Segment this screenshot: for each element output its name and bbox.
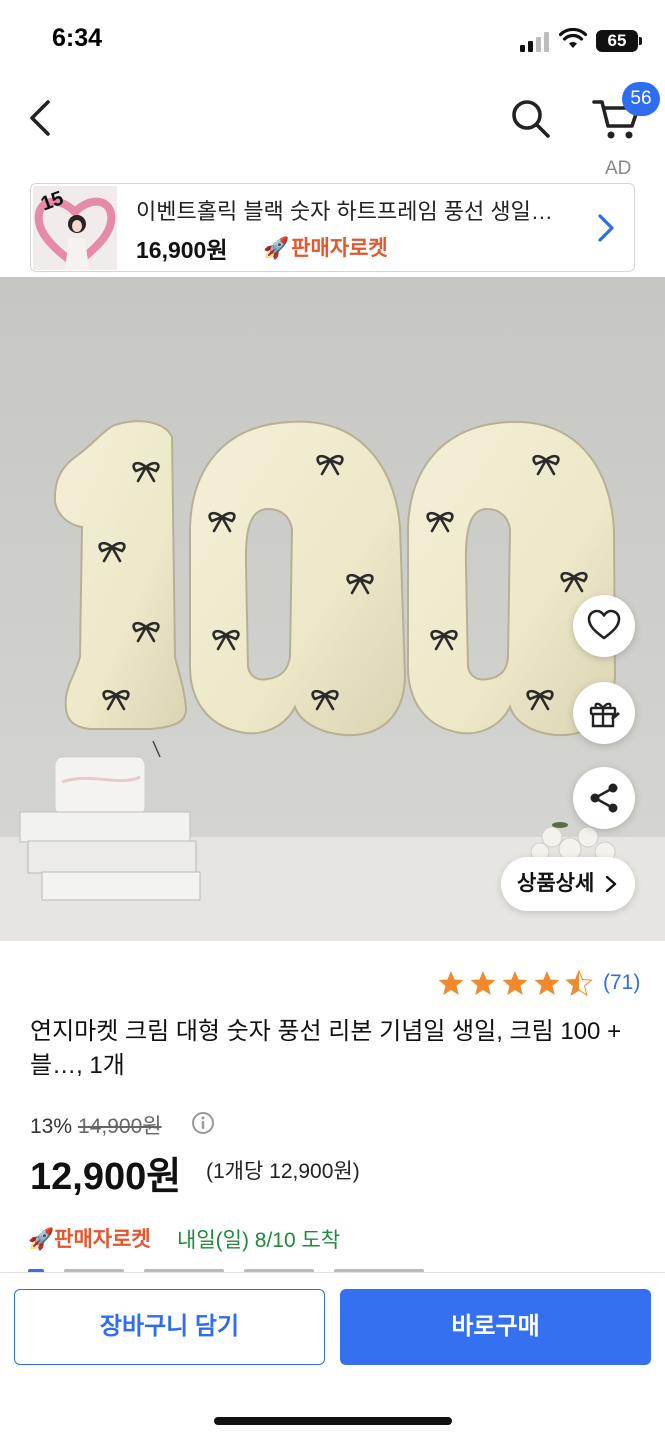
add-to-cart-button[interactable]: 장바구니 담기 [14, 1289, 325, 1365]
share-icon [590, 783, 618, 813]
bottom-action-bar: 장바구니 담기 바로구매 [0, 1272, 665, 1440]
home-indicator[interactable] [214, 1417, 452, 1425]
cart-count-badge[interactable]: 56 [622, 82, 660, 116]
battery-cap [639, 37, 642, 45]
signal-icon [520, 32, 549, 52]
product-image[interactable]: 상품상세 [0, 277, 665, 941]
ad-price: 16,900원 [136, 237, 228, 263]
rating-count[interactable]: (71) [603, 971, 640, 995]
chevron-right-icon [605, 875, 617, 893]
rocket-icon: 🚀 [28, 1228, 55, 1251]
star-icon [438, 970, 592, 996]
wifi-icon [559, 28, 587, 48]
discount-percent: 13% [30, 1115, 73, 1138]
status-bar: 6:34 65 [0, 0, 665, 80]
ad-title: 이벤트홀릭 블랙 숫자 하트프레임 풍선 생일… [136, 199, 553, 224]
delivery-rocket-label: 판매자로켓 [54, 1228, 151, 1251]
discount-row: 13% 14,900원 [30, 1110, 162, 1140]
heart-icon [587, 609, 621, 640]
info-icon[interactable] [191, 1111, 215, 1135]
product-photo [0, 277, 665, 941]
unit-price: (1개당 12,900원) [206, 1160, 360, 1183]
delivery-date: 내일(일) 8/10 도착 [177, 1229, 341, 1252]
ad-label: AD [605, 158, 632, 179]
product-detail-label: 상품상세 [517, 872, 595, 895]
chevron-right-icon [598, 214, 614, 242]
ad-banner[interactable]: 15 이벤트홀릭 블랙 숫자 하트프레임 풍선 생일… 16,900원 🚀판매자… [30, 183, 635, 272]
wishlist-button[interactable] [573, 595, 635, 657]
original-price: 14,900원 [78, 1115, 162, 1138]
buy-now-button[interactable]: 바로구매 [340, 1289, 651, 1365]
back-icon[interactable] [20, 96, 64, 140]
ad-rocket-label: 판매자로켓 [291, 237, 388, 260]
ad-rocket-badge: 🚀판매자로켓 [263, 232, 388, 262]
gift-icon [589, 702, 620, 728]
delivery-rocket-badge: 🚀판매자로켓 [28, 1223, 151, 1253]
gift-button[interactable] [573, 682, 635, 744]
status-time: 6:34 [52, 24, 103, 52]
search-icon[interactable] [506, 94, 554, 142]
sale-price: 12,900원 [30, 1156, 182, 1198]
battery-icon: 65 [596, 30, 638, 52]
product-title: 연지마켓 크림 대형 숫자 풍선 리본 기념일 생일, 크림 100 + 블…,… [30, 1018, 622, 1079]
share-button[interactable] [573, 767, 635, 829]
product-detail-button[interactable]: 상품상세 [501, 857, 635, 911]
ad-thumbnail: 15 [33, 186, 117, 270]
rocket-icon: 🚀 [263, 237, 290, 260]
